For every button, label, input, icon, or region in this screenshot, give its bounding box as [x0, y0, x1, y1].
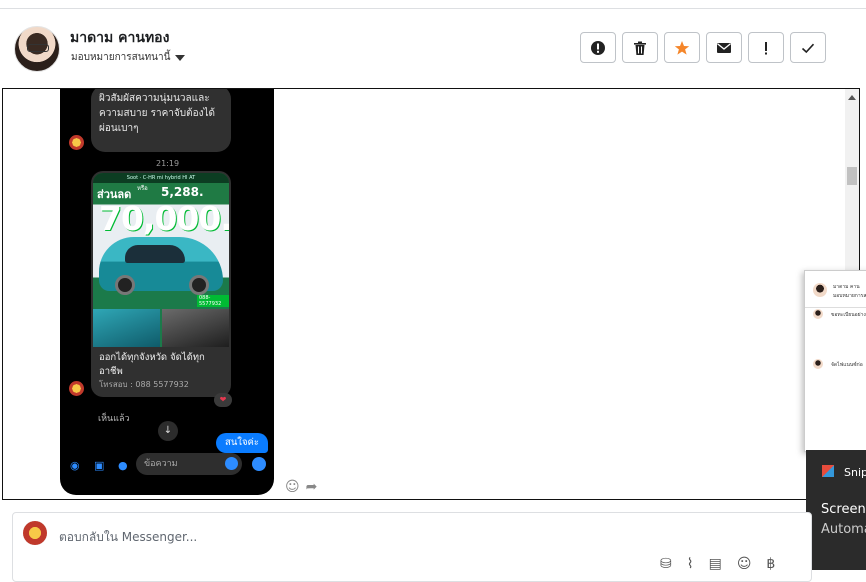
assign-conversation-dropdown[interactable]: มอบหมายการสนทนานี้ [71, 50, 186, 65]
notification-app-name: Snip [844, 466, 866, 479]
sender-avatar [69, 381, 84, 396]
conversation-actions [580, 32, 826, 63]
preview-divider [805, 307, 866, 308]
star-button[interactable] [664, 32, 700, 63]
message-reactions: ☺ ➦ [285, 479, 317, 495]
caret-down-icon [175, 54, 186, 61]
exclamation-icon [765, 41, 767, 54]
thumbnail-exterior [93, 309, 160, 347]
preview-avatar [813, 283, 827, 297]
reply-arrow-icon[interactable]: ➦ [306, 479, 318, 495]
emoji-icon [225, 457, 238, 470]
emoji-react-icon[interactable]: ☺ [285, 479, 300, 495]
preview-name: มาดาม คาน [833, 284, 860, 290]
preview-sub: มอบหมายการสนทนา [833, 293, 866, 299]
envelope-icon [717, 42, 731, 53]
ad-card: Soot · C-HR mi hybrid HI AT ส่วนลด หรือ … [91, 171, 231, 397]
phone-composer: ◉ ▣ ● ข้อความ [60, 451, 274, 479]
phone-nav-bar [60, 483, 274, 495]
trash-icon [634, 41, 646, 55]
sent-message-bubble: สนใจค่ะ [216, 433, 268, 453]
page-avatar [23, 521, 47, 545]
ad-price: 70,000.- [99, 199, 229, 238]
snip-notification[interactable]: Snip Screens Automa [806, 450, 866, 570]
snip-logo-icon [822, 465, 834, 477]
message-time: 21:19 [156, 159, 180, 168]
preview-msg-avatar [813, 359, 823, 369]
message-viewer: ผิวสัมผัสความนุ่มนวลและความสบาย ราคาจับต… [2, 88, 860, 500]
image-icon: ▣ [94, 459, 105, 472]
important-button[interactable] [748, 32, 784, 63]
preview-msg: ขอทะเบียนอย่าง [831, 312, 866, 318]
message-text: ผิวสัมผัสความนุ่มนวลและความสบาย ราคาจับต… [99, 93, 216, 134]
done-button[interactable] [790, 32, 826, 63]
scrollbar-thumb[interactable] [847, 167, 857, 185]
spam-button[interactable] [580, 32, 616, 63]
sender-avatar [69, 135, 84, 150]
alert-circle-icon [591, 40, 605, 55]
mic-icon: ● [118, 459, 128, 472]
preview-msg: จัดไฟแนนซ์ก่อ [831, 362, 863, 368]
contact-avatar [14, 26, 60, 72]
seen-status: เห็นแล้ว [98, 414, 130, 424]
reply-input[interactable]: ตอบกลับใน Messenger... [59, 528, 197, 547]
floating-conversation-preview[interactable]: มาดาม คาน มอบหมายการสนทนา ขอทะเบียนอย่าง… [804, 270, 866, 452]
ad-caption: ออกได้ทุกจังหวัด จัดได้ทุกอาชีพ [99, 352, 205, 377]
scroll-down-icon: ↓ [158, 421, 178, 441]
top-divider [0, 8, 866, 9]
ad-monthly: 5,288. [161, 185, 204, 199]
notification-title: Screens [821, 502, 866, 517]
star-icon [674, 40, 690, 55]
heart-reaction-icon: ❤ [214, 393, 232, 407]
contact-name: มาดาม คานทอง [70, 30, 170, 46]
car-ad-image: Soot · C-HR mi hybrid HI AT ส่วนลด หรือ … [93, 173, 229, 347]
delete-button[interactable] [622, 32, 658, 63]
attached-screenshot[interactable]: ผิวสัมผัสความนุ่มนวลและความสบาย ราคาจับต… [60, 89, 274, 495]
wheel-icon [115, 275, 135, 295]
menu-icon [252, 457, 266, 471]
wheel-icon [189, 275, 209, 295]
scroll-up-arrow-icon[interactable] [848, 95, 856, 100]
ad-header: Soot · C-HR mi hybrid HI AT [93, 173, 229, 183]
check-icon [801, 43, 815, 53]
ad-phone: 088-5577932 [197, 295, 229, 307]
phone-message-field: ข้อความ [136, 453, 242, 475]
ad-contact-phone: โทรสอบ : 088 5577932 [99, 380, 189, 389]
mark-unread-button[interactable] [706, 32, 742, 63]
camera-icon: ◉ [70, 459, 80, 472]
notification-body: Automa [821, 522, 866, 537]
message-bubble: ผิวสัมผัสความนุ่มนวลและความสบาย ราคาจับต… [91, 89, 231, 152]
preview-msg-avatar [813, 309, 823, 319]
ad-thumbnails [93, 309, 229, 347]
assign-label: มอบหมายการสนทนานี้ [71, 52, 171, 63]
ad-or-label: หรือ [137, 185, 148, 192]
thumbnail-interior [162, 309, 229, 347]
phone-message-placeholder: ข้อความ [144, 459, 178, 469]
